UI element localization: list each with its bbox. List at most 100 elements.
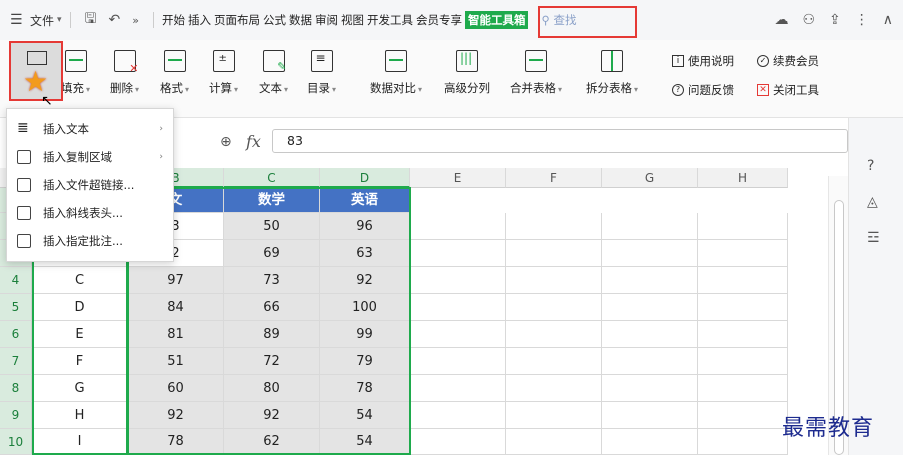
empty-cell[interactable] <box>410 375 506 402</box>
empty-cell[interactable] <box>506 348 602 375</box>
row-header[interactable]: 7 <box>0 348 32 375</box>
empty-cell[interactable] <box>506 402 602 429</box>
empty-cell[interactable] <box>602 375 698 402</box>
table-cell[interactable]: G <box>32 375 128 402</box>
table-cell[interactable]: 51 <box>128 348 224 375</box>
empty-cell[interactable] <box>410 348 506 375</box>
table-cell[interactable]: 96 <box>320 213 410 240</box>
row-header[interactable]: 6 <box>0 321 32 348</box>
table-cell[interactable]: 84 <box>128 294 224 321</box>
tab-formula[interactable]: 公式 <box>263 12 286 28</box>
table-cell[interactable]: 50 <box>224 213 320 240</box>
table-cell[interactable]: 60 <box>128 375 224 402</box>
ribbon-toc-button[interactable]: ≡ 目录 ▾ <box>307 50 336 96</box>
table-cell[interactable]: 81 <box>128 321 224 348</box>
empty-cell[interactable] <box>698 240 788 267</box>
empty-cell[interactable] <box>602 240 698 267</box>
save-icon[interactable]: 🖫 <box>85 8 97 32</box>
table-cell[interactable]: 54 <box>320 429 410 455</box>
empty-cell[interactable] <box>506 294 602 321</box>
menu-item-insert-comment[interactable]: 插入指定批注... <box>7 227 173 255</box>
col-header-e[interactable]: E <box>410 168 506 188</box>
tab-data[interactable]: 数据 <box>289 12 312 28</box>
empty-cell[interactable] <box>602 213 698 240</box>
menu-item-insert-text[interactable]: ≣ 插入文本 › <box>7 115 173 143</box>
empty-cell[interactable] <box>410 321 506 348</box>
empty-cell[interactable] <box>698 402 788 429</box>
empty-cell[interactable] <box>602 294 698 321</box>
ribbon-fill-button[interactable]: 填充 ▾ <box>61 50 90 96</box>
table-cell[interactable]: 73 <box>224 267 320 294</box>
col-header-c[interactable]: C <box>224 168 320 188</box>
ribbon-merge-table-button[interactable]: 合并表格 ▾ <box>510 50 562 96</box>
empty-cell[interactable] <box>506 429 602 455</box>
table-cell[interactable]: 78 <box>320 375 410 402</box>
more-icon[interactable]: » <box>132 14 139 27</box>
tab-review[interactable]: 审阅 <box>315 12 338 28</box>
table-cell[interactable]: 99 <box>320 321 410 348</box>
table-cell[interactable]: 92 <box>224 402 320 429</box>
row-header[interactable]: 10 <box>0 429 32 455</box>
table-cell[interactable]: 78 <box>128 429 224 455</box>
tab-view[interactable]: 视图 <box>341 12 364 28</box>
empty-cell[interactable] <box>698 321 788 348</box>
table-cell[interactable]: 66 <box>224 294 320 321</box>
empty-cell[interactable] <box>602 267 698 294</box>
tab-smart-toolbox[interactable]: 智能工具箱 <box>464 11 529 29</box>
empty-cell[interactable] <box>410 213 506 240</box>
undo-icon[interactable]: ↶ <box>108 12 120 28</box>
empty-cell[interactable] <box>602 321 698 348</box>
tab-insert[interactable]: 插入 <box>188 12 211 28</box>
table-cell[interactable]: 97 <box>128 267 224 294</box>
empty-cell[interactable] <box>602 348 698 375</box>
empty-cell[interactable] <box>698 294 788 321</box>
menu-item-insert-copy-region[interactable]: 插入复制区域 › <box>7 143 173 171</box>
cloud-icon[interactable]: ☁ <box>774 12 788 28</box>
ribbon-insert-button[interactable]: ★ ↖ <box>9 41 63 109</box>
empty-cell[interactable] <box>698 267 788 294</box>
ribbon-calculate-button[interactable]: ± 计算 ▾ <box>209 50 238 96</box>
empty-cell[interactable] <box>410 429 506 455</box>
ribbon-data-compare-button[interactable]: 数据对比 ▾ <box>370 50 422 96</box>
col-header-d[interactable]: D <box>320 168 410 188</box>
table-cell[interactable]: D <box>32 294 128 321</box>
table-cell[interactable]: 54 <box>320 402 410 429</box>
share-user-icon[interactable]: ⚇ <box>802 12 815 28</box>
share-icon[interactable]: ⇪ <box>829 12 841 28</box>
menu-item-insert-diagonal-header[interactable]: 插入斜线表头... <box>7 199 173 227</box>
ribbon-text-button[interactable]: ✎ 文本 ▾ <box>259 50 288 96</box>
table-cell[interactable]: 92 <box>320 267 410 294</box>
table-cell[interactable]: 92 <box>128 402 224 429</box>
table-cell[interactable]: E <box>32 321 128 348</box>
empty-cell[interactable] <box>602 429 698 455</box>
row-header[interactable]: 8 <box>0 375 32 402</box>
table-cell[interactable]: 63 <box>320 240 410 267</box>
more-options-icon[interactable]: ⋮ <box>855 12 869 28</box>
table-cell[interactable]: H <box>32 402 128 429</box>
row-header[interactable]: 5 <box>0 294 32 321</box>
ribbon-advanced-split-button[interactable]: ||| 高级分列 <box>444 50 490 96</box>
empty-cell[interactable] <box>410 240 506 267</box>
empty-cell[interactable] <box>506 375 602 402</box>
close-tool-link[interactable]: ✕ 关闭工具 <box>757 82 819 98</box>
table-cell[interactable]: 100 <box>320 294 410 321</box>
chevron-down-icon[interactable]: ▾ <box>57 15 62 25</box>
tab-home[interactable]: 开始 <box>162 12 185 28</box>
empty-cell[interactable] <box>698 429 788 455</box>
collapse-ribbon-icon[interactable]: ∧ <box>883 12 893 28</box>
table-cell[interactable]: 79 <box>320 348 410 375</box>
menu-item-insert-file-link[interactable]: 插入文件超链接... <box>7 171 173 199</box>
col-header-g[interactable]: G <box>602 168 698 188</box>
file-menu[interactable]: 文件 <box>30 12 54 29</box>
empty-cell[interactable] <box>410 294 506 321</box>
ribbon-delete-button[interactable]: ✕ 删除 ▾ <box>110 50 139 96</box>
table-cell[interactable]: 69 <box>224 240 320 267</box>
cell-header[interactable]: 数学 <box>224 188 320 213</box>
table-cell[interactable]: 62 <box>224 429 320 455</box>
cell-header[interactable]: 英语 <box>320 188 410 213</box>
empty-cell[interactable] <box>602 402 698 429</box>
table-cell[interactable]: F <box>32 348 128 375</box>
empty-cell[interactable] <box>506 240 602 267</box>
table-cell[interactable]: 80 <box>224 375 320 402</box>
ribbon-split-table-button[interactable]: 拆分表格 ▾ <box>586 50 638 96</box>
